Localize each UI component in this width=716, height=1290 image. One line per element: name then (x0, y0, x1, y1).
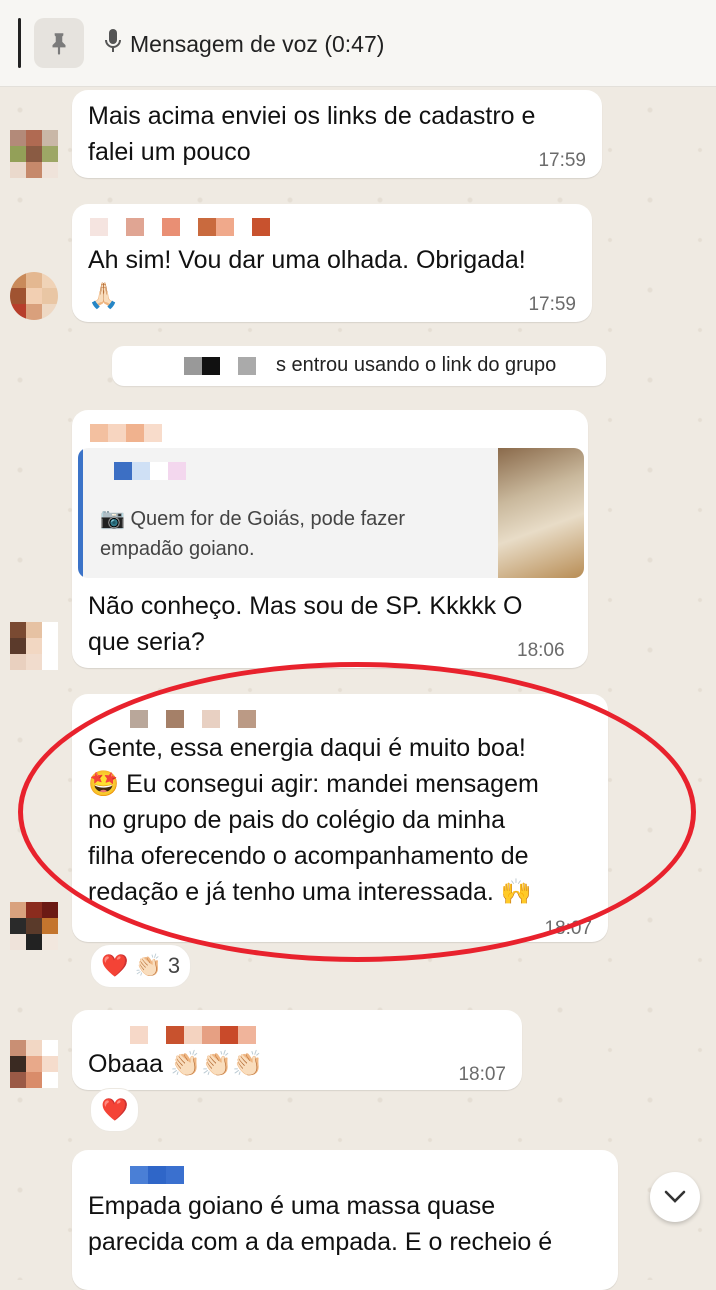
message-bubble[interactable]: Mais acima enviei os links de cadastro e… (72, 90, 602, 178)
message-time: 18:06 (517, 640, 565, 661)
message-time: 17:59 (528, 294, 576, 315)
message-text: Mais acima enviei os links de cadastro e… (88, 102, 536, 166)
mic-icon (104, 28, 122, 60)
message-time: 18:07 (458, 1064, 506, 1085)
pinned-indicator (18, 18, 21, 68)
message-text: Não conheço. Mas sou de SP. Kkkkk O que … (88, 592, 523, 656)
message-bubble[interactable]: Empada goiano é uma massa quase parecida… (72, 1150, 618, 1290)
quote-bar (78, 448, 83, 578)
scroll-to-bottom-button[interactable] (650, 1172, 700, 1222)
sender-name-redacted (90, 218, 270, 236)
avatar[interactable] (10, 1040, 58, 1088)
quoted-photo-thumbnail[interactable] (498, 448, 584, 578)
pinned-label[interactable]: Mensagem de voz (0:47) (104, 28, 384, 60)
message-reactions[interactable]: ❤️ 👏🏻 3 (90, 944, 192, 988)
pinned-message-bar[interactable]: Mensagem de voz (0:47) (0, 0, 716, 87)
quoted-text: 📷 Quem for de Goiás, pode fazer empadão … (100, 508, 406, 560)
message-text: Empada goiano é uma massa quase parecida… (88, 1192, 553, 1256)
avatar[interactable] (10, 902, 58, 950)
quoted-message[interactable]: 📷 Quem for de Goiás, pode fazer empadão … (78, 448, 584, 578)
message-reactions[interactable]: ❤️ (90, 1088, 140, 1132)
system-message-text: s entrou usando o link do grupo (276, 354, 557, 376)
reaction-count: 3 (167, 953, 181, 978)
message-bubble[interactable]: Obaaa 👏🏻👏🏻👏🏻 18:07 (72, 1010, 522, 1090)
message-text: Ah sim! Vou dar uma olhada. Obrigada! (88, 246, 526, 274)
member-name-redacted (184, 357, 256, 375)
quoted-sender-redacted (114, 462, 186, 480)
chevron-down-icon (664, 1190, 686, 1203)
highlight-circle (18, 662, 696, 962)
reaction-emojis: ❤️ 👏🏻 (101, 953, 162, 978)
reaction-emojis: ❤️ (101, 1097, 129, 1122)
sender-name-redacted (90, 424, 162, 442)
message-text: Obaaa 👏🏻👏🏻👏🏻 (88, 1050, 264, 1078)
avatar[interactable] (10, 272, 58, 320)
system-message: s entrou usando o link do grupo (112, 346, 606, 386)
pin-icon[interactable] (34, 18, 84, 68)
emoji-praying-hands: 🙏🏻 (88, 282, 120, 310)
message-time: 17:59 (538, 150, 586, 171)
avatar[interactable] (10, 130, 58, 178)
sender-name-redacted (130, 1026, 256, 1044)
message-bubble[interactable]: Ah sim! Vou dar uma olhada. Obrigada! 🙏🏻… (72, 204, 592, 322)
sender-name-redacted (130, 1166, 184, 1184)
avatar[interactable] (10, 622, 58, 670)
